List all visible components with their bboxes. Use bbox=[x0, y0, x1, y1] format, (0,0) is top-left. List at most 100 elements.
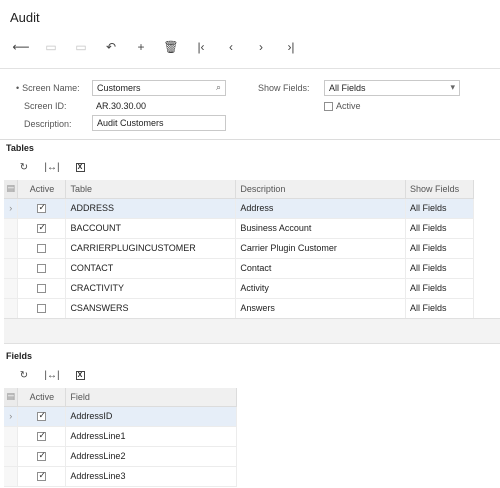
screen-name-field[interactable]: Customers ⌕ bbox=[92, 80, 226, 96]
row-selector[interactable]: › bbox=[4, 406, 19, 427]
field-row[interactable]: AddressLine2 bbox=[4, 446, 237, 467]
column-header-show-fields[interactable]: Show Fields bbox=[405, 180, 474, 199]
excel-icon: X bbox=[75, 370, 85, 380]
row-selector[interactable] bbox=[4, 446, 19, 467]
delete-button[interactable]: 🗑 bbox=[156, 36, 186, 58]
description-cell[interactable]: Address bbox=[235, 198, 407, 219]
table-name-cell[interactable]: CSANSWERS bbox=[65, 298, 237, 319]
table-row[interactable]: BACCOUNTBusiness AccountAll Fields bbox=[4, 218, 474, 239]
prev-button[interactable]: ‹ bbox=[216, 36, 246, 58]
show-fields-cell[interactable]: All Fields bbox=[405, 258, 474, 279]
active-cell[interactable] bbox=[17, 406, 67, 427]
row-active-checkbox[interactable] bbox=[37, 222, 47, 234]
table-row[interactable]: CONTACT Contact All Fields bbox=[4, 258, 474, 279]
active-cell[interactable] bbox=[17, 238, 67, 259]
active-cell[interactable] bbox=[17, 198, 67, 219]
description-cell[interactable]: Answers bbox=[235, 298, 407, 319]
active-cell[interactable] bbox=[17, 298, 67, 319]
row-active-checkbox[interactable] bbox=[37, 284, 47, 294]
fields-grid-settings-icon[interactable]: ▤ bbox=[4, 388, 19, 407]
table-row[interactable]: › ADDRESSAddressAll Fields bbox=[4, 198, 474, 219]
field-name-cell[interactable]: AddressLine2 bbox=[65, 446, 237, 467]
column-header-description[interactable]: Description bbox=[235, 180, 407, 199]
table-name-cell[interactable]: BACCOUNT bbox=[65, 218, 237, 239]
row-selector[interactable]: › bbox=[4, 198, 19, 219]
export-excel-button[interactable]: X bbox=[66, 159, 94, 175]
save-button[interactable]: ▭ bbox=[36, 36, 66, 58]
show-fields-cell[interactable]: All Fields bbox=[405, 238, 474, 259]
fields-grid: ▤ Active Field ›AddressIDAddressLine1Add… bbox=[4, 388, 237, 487]
add-button[interactable]: + bbox=[126, 36, 156, 58]
fields-export-excel-button[interactable]: X bbox=[66, 367, 94, 383]
screen-id-value: AR.30.30.00 bbox=[96, 101, 147, 111]
tables-header-row: ▤ Active Table Description Show Fields bbox=[4, 180, 474, 199]
column-header-active[interactable]: Active bbox=[17, 388, 67, 407]
fields-header-row: ▤ Active Field bbox=[4, 388, 237, 407]
grid-settings-icon[interactable]: ▤ bbox=[4, 180, 19, 199]
table-name-cell[interactable]: CONTACT bbox=[65, 258, 237, 279]
field-name-cell[interactable]: AddressID bbox=[65, 406, 237, 427]
first-button[interactable]: |‹ bbox=[186, 36, 216, 58]
show-fields-cell[interactable]: All Fields bbox=[405, 278, 474, 299]
field-name-cell[interactable]: AddressLine3 bbox=[65, 466, 237, 487]
description-field[interactable]: Audit Customers bbox=[92, 115, 226, 131]
active-toggle[interactable]: Active bbox=[324, 101, 361, 111]
field-row[interactable]: AddressLine3 bbox=[4, 466, 237, 487]
row-selector[interactable] bbox=[4, 238, 19, 259]
active-cell[interactable] bbox=[17, 258, 67, 279]
row-active-checkbox[interactable] bbox=[37, 430, 47, 442]
fit-columns-button[interactable]: |↔| bbox=[38, 159, 66, 175]
row-active-checkbox[interactable] bbox=[37, 470, 47, 482]
row-selector[interactable] bbox=[4, 298, 19, 319]
undo-button[interactable]: ↶ bbox=[96, 36, 126, 58]
row-selector[interactable] bbox=[4, 278, 19, 299]
row-active-checkbox[interactable] bbox=[37, 450, 47, 462]
row-active-checkbox[interactable] bbox=[37, 244, 47, 254]
table-name-cell[interactable]: CRACTIVITY bbox=[65, 278, 237, 299]
table-row[interactable]: CSANSWERS Answers All Fields bbox=[4, 298, 474, 319]
search-icon[interactable]: ⌕ bbox=[216, 82, 221, 93]
active-cell[interactable] bbox=[17, 278, 67, 299]
save-close-icon: ▭ bbox=[75, 40, 87, 54]
active-cell[interactable] bbox=[17, 426, 67, 447]
row-selector[interactable] bbox=[4, 258, 19, 279]
column-header-table[interactable]: Table bbox=[65, 180, 237, 199]
active-cell[interactable] bbox=[17, 446, 67, 467]
show-fields-cell[interactable]: All Fields bbox=[405, 298, 474, 319]
show-fields-select[interactable]: All Fields ▾ bbox=[324, 80, 460, 96]
fields-refresh-button[interactable]: ↻ bbox=[10, 367, 38, 383]
active-cell[interactable] bbox=[17, 466, 67, 487]
description-cell[interactable]: Contact bbox=[235, 258, 407, 279]
column-header-active[interactable]: Active bbox=[17, 180, 67, 199]
row-active-checkbox[interactable] bbox=[37, 202, 47, 214]
active-cell[interactable] bbox=[17, 218, 67, 239]
description-cell[interactable]: Carrier Plugin Customer bbox=[235, 238, 407, 259]
table-name-cell[interactable]: ADDRESS bbox=[65, 198, 237, 219]
save-close-button[interactable]: ▭ bbox=[66, 36, 96, 58]
table-name-cell[interactable]: CARRIERPLUGINCUSTOMER bbox=[65, 238, 237, 259]
field-row[interactable]: AddressLine1 bbox=[4, 426, 237, 447]
refresh-button[interactable]: ↻ bbox=[10, 159, 38, 175]
table-row[interactable]: CARRIERPLUGINCUSTOMER Carrier Plugin Cust… bbox=[4, 238, 474, 259]
next-button[interactable]: › bbox=[246, 36, 276, 58]
row-selector[interactable] bbox=[4, 466, 19, 487]
active-checkbox[interactable] bbox=[324, 101, 333, 111]
save-icon: ▭ bbox=[45, 40, 57, 54]
field-row[interactable]: › AddressID bbox=[4, 406, 237, 427]
description-cell[interactable]: Activity bbox=[235, 278, 407, 299]
show-fields-cell[interactable]: All Fields bbox=[405, 218, 474, 239]
column-header-field[interactable]: Field bbox=[65, 388, 237, 407]
show-fields-cell[interactable]: All Fields bbox=[405, 198, 474, 219]
row-active-checkbox[interactable] bbox=[37, 304, 47, 314]
field-name-cell[interactable]: AddressLine1 bbox=[65, 426, 237, 447]
description-cell[interactable]: Business Account bbox=[235, 218, 407, 239]
tables-grid-toolbar: ↻ |↔| X bbox=[10, 159, 94, 175]
row-active-checkbox[interactable] bbox=[37, 410, 47, 422]
row-selector[interactable] bbox=[4, 426, 19, 447]
back-button[interactable]: ⟵ bbox=[6, 36, 36, 58]
fields-fit-columns-button[interactable]: |↔| bbox=[38, 367, 66, 383]
last-button[interactable]: ›| bbox=[276, 36, 306, 58]
table-row[interactable]: CRACTIVITY Activity All Fields bbox=[4, 278, 474, 299]
row-active-checkbox[interactable] bbox=[37, 264, 47, 274]
row-selector[interactable] bbox=[4, 218, 19, 239]
